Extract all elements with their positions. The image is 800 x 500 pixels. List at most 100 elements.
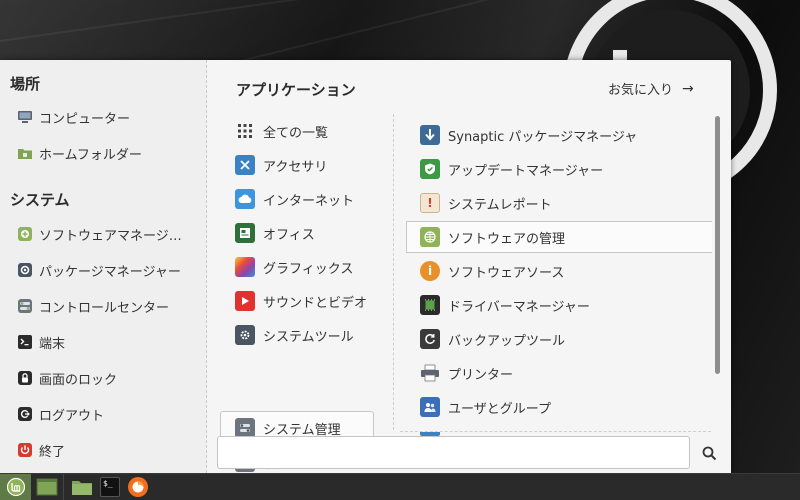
sidebar-item-lock-screen[interactable]: 画面のロック xyxy=(10,363,200,393)
app-label: ドライバーマネージャー xyxy=(448,299,590,315)
administration-icon xyxy=(235,418,255,438)
sidebar: 場所 コンピューター ホームフォルダー システム ソフトウェアマネージ… パッケ… xyxy=(0,60,207,473)
info-icon: i xyxy=(420,261,440,281)
search-input[interactable] xyxy=(217,436,690,469)
sidebar-item-label: パッケージマネージャー xyxy=(39,264,181,280)
sidebar-item-label: 終了 xyxy=(39,444,66,460)
software-sources-globe-icon xyxy=(420,227,440,247)
apps-divider xyxy=(400,431,711,432)
scrollbar-thumb[interactable] xyxy=(715,116,720,374)
system-reports-icon: ! xyxy=(420,193,440,213)
accessories-icon xyxy=(235,155,255,175)
menu-button[interactable] xyxy=(0,473,31,500)
favorites-button[interactable]: お気に入り → xyxy=(608,79,694,99)
computer-icon xyxy=(17,109,33,125)
terminal-glyph: $_ xyxy=(103,479,113,488)
places-heading: 場所 xyxy=(10,75,41,93)
users-groups-icon xyxy=(420,397,440,417)
sound-video-icon xyxy=(235,291,255,311)
app-label: バックアップツール xyxy=(448,333,566,349)
system-heading: システム xyxy=(10,191,70,209)
printer-icon xyxy=(420,363,440,383)
firefox-button[interactable] xyxy=(123,474,153,500)
show-desktop-button[interactable] xyxy=(31,474,63,500)
app-software-sources[interactable]: i ソフトウェアソース xyxy=(406,255,712,287)
app-printers[interactable]: プリンター xyxy=(406,357,712,389)
sidebar-item-control-center[interactable]: コントロールセンター xyxy=(10,291,200,321)
app-backup-tool[interactable]: バックアップツール xyxy=(406,323,712,355)
driver-manager-icon xyxy=(420,295,440,315)
sidebar-item-logout[interactable]: ログアウト xyxy=(10,399,200,429)
software-manager-icon xyxy=(17,226,33,242)
sidebar-item-label: 画面のロック xyxy=(39,372,118,388)
sidebar-item-shutdown[interactable]: 終了 xyxy=(10,435,200,465)
category-accessories[interactable]: アクセサリ xyxy=(220,148,374,182)
folder-icon xyxy=(72,481,92,495)
applications-title: アプリケーション xyxy=(236,81,356,99)
sidebar-item-terminal[interactable]: 端末 xyxy=(10,327,200,357)
grid-icon xyxy=(235,121,255,141)
terminal-icon xyxy=(17,334,33,350)
system-tools-icon xyxy=(235,325,255,345)
taskbar-separator xyxy=(63,473,64,500)
app-driver-manager[interactable]: ドライバーマネージャー xyxy=(406,289,712,321)
category-label: システム管理 xyxy=(263,422,341,438)
category-label: アクセサリ xyxy=(263,159,328,175)
app-system-reports[interactable]: ! システムレポート xyxy=(406,187,712,219)
category-label: システムツール xyxy=(263,329,354,345)
category-office[interactable]: オフィス xyxy=(220,216,374,250)
category-graphics[interactable]: グラフィックス xyxy=(220,250,374,284)
category-internet[interactable]: インターネット xyxy=(220,182,374,216)
arrow-right-icon: → xyxy=(682,80,694,97)
sidebar-item-home[interactable]: ホームフォルダー xyxy=(10,138,200,168)
power-icon xyxy=(17,442,33,458)
sidebar-item-label: コンピューター xyxy=(39,111,131,127)
app-label: ソフトウェアの管理 xyxy=(448,231,566,247)
synaptic-icon xyxy=(420,125,440,145)
app-label: Synaptic パッケージマネージャ xyxy=(448,129,638,145)
app-synaptic[interactable]: Synaptic パッケージマネージャ xyxy=(406,119,712,151)
app-label: ユーザとグループ xyxy=(448,401,551,417)
taskbar: $_ xyxy=(0,473,800,500)
graphics-icon xyxy=(235,257,255,277)
sidebar-item-computer[interactable]: コンピューター xyxy=(10,102,200,132)
terminal-icon: $_ xyxy=(100,477,120,497)
search-icon[interactable] xyxy=(699,443,719,463)
category-label: 全ての一覧 xyxy=(263,125,329,141)
app-label: ソフトウェアソース xyxy=(448,265,565,281)
sidebar-item-label: ソフトウェアマネージ… xyxy=(39,228,182,244)
sidebar-item-software-manager[interactable]: ソフトウェアマネージ… xyxy=(10,219,200,249)
category-label: グラフィックス xyxy=(263,261,354,277)
firefox-icon xyxy=(128,477,148,497)
control-center-icon xyxy=(17,298,33,314)
terminal-button[interactable]: $_ xyxy=(97,474,123,500)
category-label: インターネット xyxy=(263,193,355,209)
category-system-tools[interactable]: システムツール xyxy=(220,318,374,352)
app-label: アップデートマネージャー xyxy=(448,163,604,179)
app-label: プリンター xyxy=(448,367,514,383)
category-label: サウンドとビデオ xyxy=(263,295,368,311)
logout-icon xyxy=(17,406,33,422)
files-button[interactable] xyxy=(67,474,97,500)
sidebar-item-label: ログアウト xyxy=(39,408,105,424)
app-update-manager[interactable]: アップデートマネージャー xyxy=(406,153,712,185)
desktop-icon xyxy=(36,478,58,496)
sidebar-item-label: コントロールセンター xyxy=(39,300,170,316)
sidebar-item-label: ホームフォルダー xyxy=(39,147,142,163)
application-list: Synaptic パッケージマネージャ アップデートマネージャー ! システムレ… xyxy=(406,119,712,431)
app-software-sources-selected[interactable]: ソフトウェアの管理 xyxy=(406,221,712,253)
internet-icon xyxy=(235,189,255,209)
app-label: システムレポート xyxy=(448,197,552,213)
update-manager-icon xyxy=(420,159,440,179)
sidebar-item-package-manager[interactable]: パッケージマネージャー xyxy=(10,255,200,285)
category-sound-video[interactable]: サウンドとビデオ xyxy=(220,284,374,318)
office-icon xyxy=(235,223,255,243)
category-all[interactable]: 全ての一覧 xyxy=(220,114,374,148)
favorites-label: お気に入り xyxy=(608,83,674,98)
app-users-groups[interactable]: ユーザとグループ xyxy=(406,391,712,423)
mint-menu-icon xyxy=(6,477,25,497)
app-list-scrollbar[interactable] xyxy=(713,114,721,430)
category-label: オフィス xyxy=(263,227,315,243)
column-divider xyxy=(393,114,394,430)
package-manager-icon xyxy=(17,262,33,278)
